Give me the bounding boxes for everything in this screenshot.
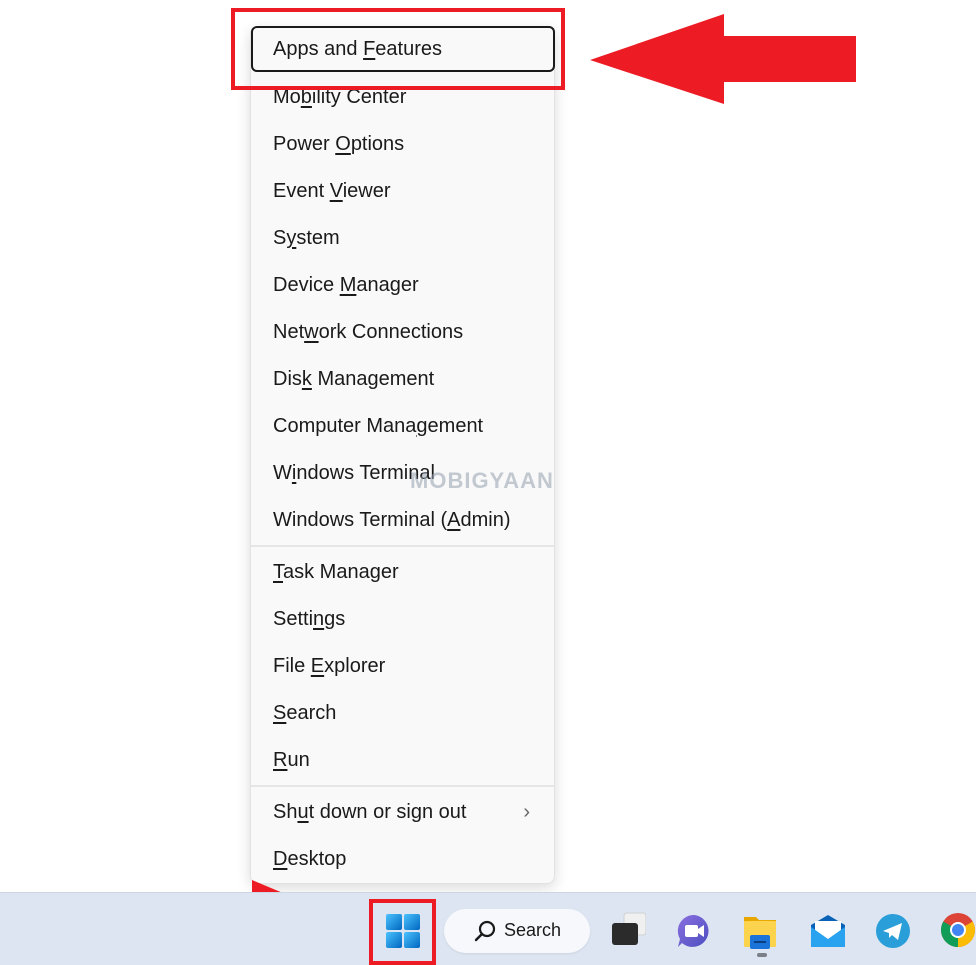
menu-item-network-connections[interactable]: Network Connections	[251, 310, 554, 354]
taskbar-search-button[interactable]: Search	[444, 909, 590, 953]
menu-divider	[251, 785, 554, 787]
windows-start-icon[interactable]	[385, 913, 421, 949]
menu-item-device-manager[interactable]: Device Manager	[251, 263, 554, 307]
menu-item-settings[interactable]: Settings	[251, 597, 554, 641]
running-indicator	[757, 953, 767, 957]
menu-item-disk-management[interactable]: Disk Management	[251, 357, 554, 401]
watermark: MOBIGYAAN	[410, 468, 554, 493]
menu-item-file-explorer[interactable]: File Explorer	[251, 644, 554, 688]
menu-item-system[interactable]: System	[251, 216, 554, 260]
menu-item-search[interactable]: Search	[251, 691, 554, 735]
menu-item-shut-down-or-sign-out[interactable]: Shut down or sign out ›	[251, 790, 554, 834]
teams-chat-icon[interactable]	[676, 913, 712, 949]
menu-item-power-options[interactable]: Power Options	[251, 122, 554, 166]
highlight-box-apps-features	[231, 8, 565, 90]
taskbar: Search	[0, 892, 976, 965]
winx-context-menu: Apps and Features Mobility Center Power …	[250, 26, 555, 884]
menu-divider	[251, 545, 554, 547]
menu-item-windows-terminal-admin[interactable]: Windows Terminal (Admin)	[251, 498, 554, 542]
search-icon	[474, 920, 496, 942]
task-view-icon[interactable]	[610, 911, 646, 947]
menu-item-run[interactable]: Run	[251, 738, 554, 782]
menu-item-computer-management[interactable]: Computer Management	[251, 404, 554, 448]
menu-item-task-manager[interactable]: Task Manager	[251, 550, 554, 594]
red-arrow-left-icon	[590, 14, 856, 104]
telegram-icon[interactable]	[875, 913, 911, 949]
chrome-icon[interactable]	[940, 911, 976, 947]
mail-icon[interactable]	[809, 913, 845, 949]
chevron-right-icon: ›	[523, 801, 530, 823]
menu-item-desktop[interactable]: Desktop	[251, 837, 554, 881]
menu-item-event-viewer[interactable]: Event Viewer	[251, 169, 554, 213]
file-explorer-icon[interactable]	[742, 913, 778, 949]
